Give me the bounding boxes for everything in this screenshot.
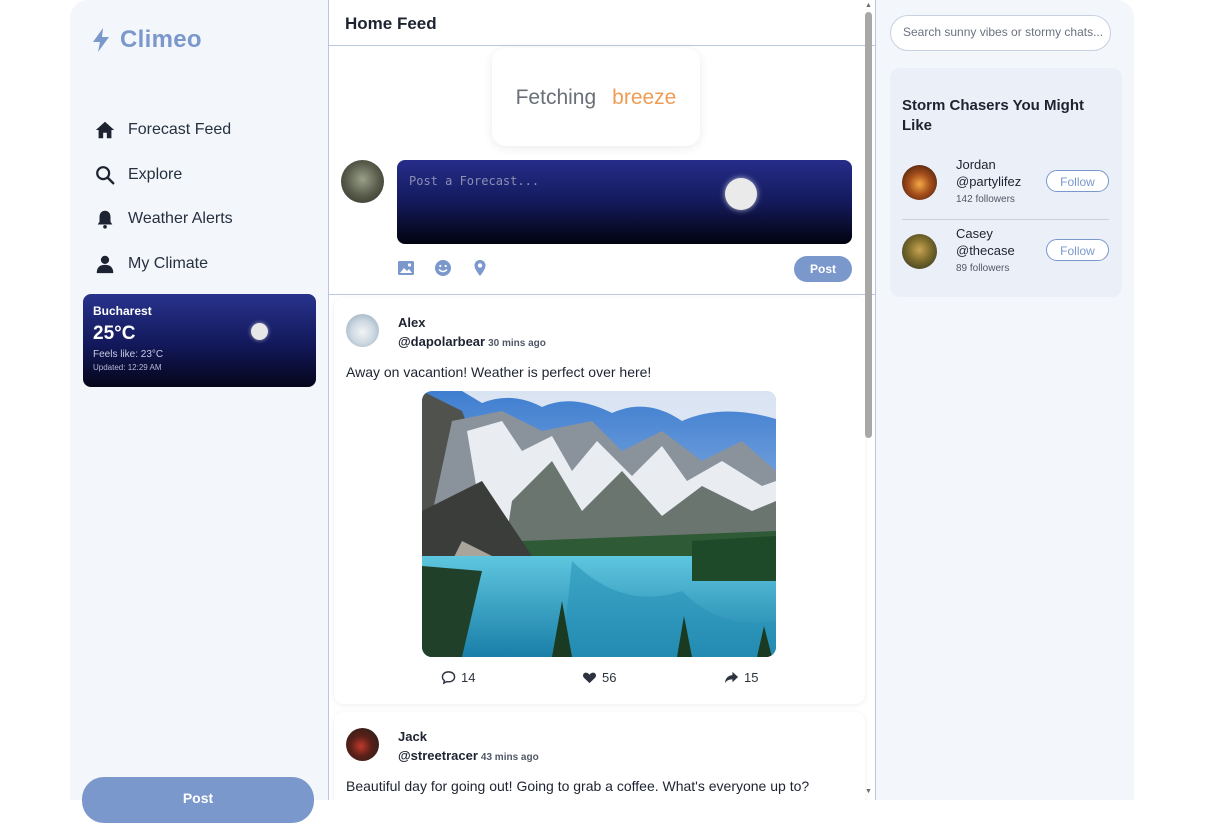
avatar[interactable] bbox=[346, 314, 379, 347]
user-icon bbox=[96, 255, 114, 273]
suggestion-item: Casey @thecase 89 followers Follow bbox=[902, 221, 1109, 289]
weather-temp: 25°C bbox=[93, 323, 136, 344]
follow-button[interactable]: Follow bbox=[1046, 170, 1109, 192]
avatar[interactable] bbox=[346, 728, 379, 761]
comment-count: 14 bbox=[461, 670, 476, 685]
suggestions-panel: Storm Chasers You Might Like Jordan @par… bbox=[890, 68, 1122, 297]
search-input[interactable] bbox=[903, 25, 1103, 39]
suggestions-title: Storm Chasers You Might Like bbox=[902, 97, 1084, 134]
feed-header: Home Feed bbox=[329, 0, 875, 46]
post-time: 43 mins ago bbox=[480, 752, 539, 763]
mountain-lake-image bbox=[422, 391, 776, 657]
home-icon bbox=[95, 122, 115, 139]
nav-label: Explore bbox=[128, 165, 183, 183]
main-nav: Forecast Feed Explore Weather Alerts My … bbox=[94, 108, 233, 286]
nav-label: Forecast Feed bbox=[128, 121, 232, 139]
nav-item-forecast-feed[interactable]: Forecast Feed bbox=[94, 108, 233, 153]
search-box[interactable] bbox=[890, 15, 1111, 51]
like-count: 56 bbox=[602, 670, 617, 685]
suggestion-followers: 89 followers bbox=[956, 263, 1010, 274]
app-shell: Climeo Forecast Feed Explore Weather Ale… bbox=[70, 0, 1134, 823]
left-sidebar: Climeo Forecast Feed Explore Weather Ale… bbox=[70, 0, 328, 823]
loader-word-1: Fetching bbox=[515, 86, 597, 109]
bell-icon bbox=[97, 211, 113, 229]
comment-button[interactable]: 14 bbox=[441, 670, 475, 685]
suggestion-name[interactable]: Casey bbox=[956, 226, 993, 241]
share-count: 15 bbox=[744, 670, 759, 685]
emoji-icon[interactable] bbox=[434, 259, 452, 277]
feed-scrollbar[interactable]: ▲ ▼ bbox=[863, 0, 875, 800]
post-author-handle[interactable]: @dapolarbear 30 mins ago bbox=[398, 334, 546, 349]
nav-label: My Climate bbox=[128, 254, 209, 272]
scroll-thumb[interactable] bbox=[865, 12, 872, 438]
main-feed: Home Feed Fetching breeze Post Alex @dapo… bbox=[328, 0, 876, 800]
suggestion-followers: 142 followers bbox=[956, 194, 1015, 205]
heart-icon bbox=[583, 672, 596, 684]
post-image[interactable] bbox=[422, 391, 776, 657]
suggestion-item: Jordan @partylifez 142 followers Follow bbox=[902, 152, 1109, 220]
post-button[interactable]: Post bbox=[794, 256, 852, 282]
logo[interactable]: Climeo bbox=[90, 26, 202, 54]
post-author-name[interactable]: Alex bbox=[398, 315, 425, 330]
post-input[interactable] bbox=[409, 174, 709, 188]
lightning-icon bbox=[93, 28, 109, 52]
feed-post: Alex @dapolarbear 30 mins ago Away on vac… bbox=[334, 298, 865, 704]
avatar[interactable] bbox=[341, 160, 384, 203]
composer-tools bbox=[397, 259, 489, 277]
right-sidebar: Storm Chasers You Might Like Jordan @par… bbox=[876, 0, 1134, 800]
weather-city: Bucharest bbox=[93, 304, 152, 318]
share-icon bbox=[724, 671, 739, 684]
scroll-up-arrow[interactable]: ▲ bbox=[865, 2, 872, 9]
moon-icon bbox=[725, 178, 757, 210]
nav-item-weather-alerts[interactable]: Weather Alerts bbox=[94, 197, 233, 242]
page-title: Home Feed bbox=[345, 14, 437, 33]
moon-icon bbox=[251, 323, 268, 340]
weather-feels-like: Feels like: 23°C bbox=[93, 349, 164, 360]
app-name: Climeo bbox=[120, 26, 202, 53]
handle-text: @streetracer bbox=[398, 748, 478, 763]
suggestion-name[interactable]: Jordan bbox=[956, 157, 996, 172]
location-icon[interactable] bbox=[471, 259, 489, 277]
feed-post: Jack @streetracer 43 mins ago Beautiful d… bbox=[334, 712, 865, 800]
sidebar-post-button[interactable]: Post bbox=[82, 777, 314, 823]
loader-word-2: breeze bbox=[612, 86, 677, 109]
suggestion-handle[interactable]: @thecase bbox=[956, 243, 1015, 258]
image-icon[interactable] bbox=[397, 259, 415, 277]
avatar[interactable] bbox=[902, 234, 937, 269]
post-author-handle[interactable]: @streetracer 43 mins ago bbox=[398, 748, 539, 763]
post-time: 30 mins ago bbox=[488, 338, 546, 349]
comment-icon bbox=[441, 671, 456, 685]
post-text: Away on vacantion! Weather is perfect ov… bbox=[346, 364, 652, 380]
loading-indicator: Fetching breeze bbox=[492, 48, 700, 146]
like-button[interactable]: 56 bbox=[582, 670, 616, 685]
follow-button[interactable]: Follow bbox=[1046, 239, 1109, 261]
suggestion-handle[interactable]: @partylifez bbox=[956, 174, 1021, 189]
nav-item-my-climate[interactable]: My Climate bbox=[94, 242, 233, 287]
nav-label: Weather Alerts bbox=[128, 210, 233, 228]
handle-text: @dapolarbear bbox=[398, 334, 486, 349]
search-icon bbox=[96, 165, 115, 185]
post-stats: 14 56 15 bbox=[334, 670, 865, 690]
nav-item-explore[interactable]: Explore bbox=[94, 153, 233, 198]
composer-box[interactable] bbox=[397, 160, 852, 244]
share-button[interactable]: 15 bbox=[724, 670, 758, 685]
avatar[interactable] bbox=[902, 165, 937, 200]
post-text: Beautiful day for going out! Going to gr… bbox=[346, 778, 810, 794]
weather-updated: Updated: 12:29 AM bbox=[93, 363, 162, 372]
weather-widget[interactable]: Bucharest 25°C Feels like: 23°C Updated:… bbox=[83, 294, 316, 387]
post-author-name[interactable]: Jack bbox=[398, 729, 427, 744]
post-composer: Post bbox=[329, 146, 875, 295]
scroll-down-arrow[interactable]: ▼ bbox=[865, 788, 872, 795]
